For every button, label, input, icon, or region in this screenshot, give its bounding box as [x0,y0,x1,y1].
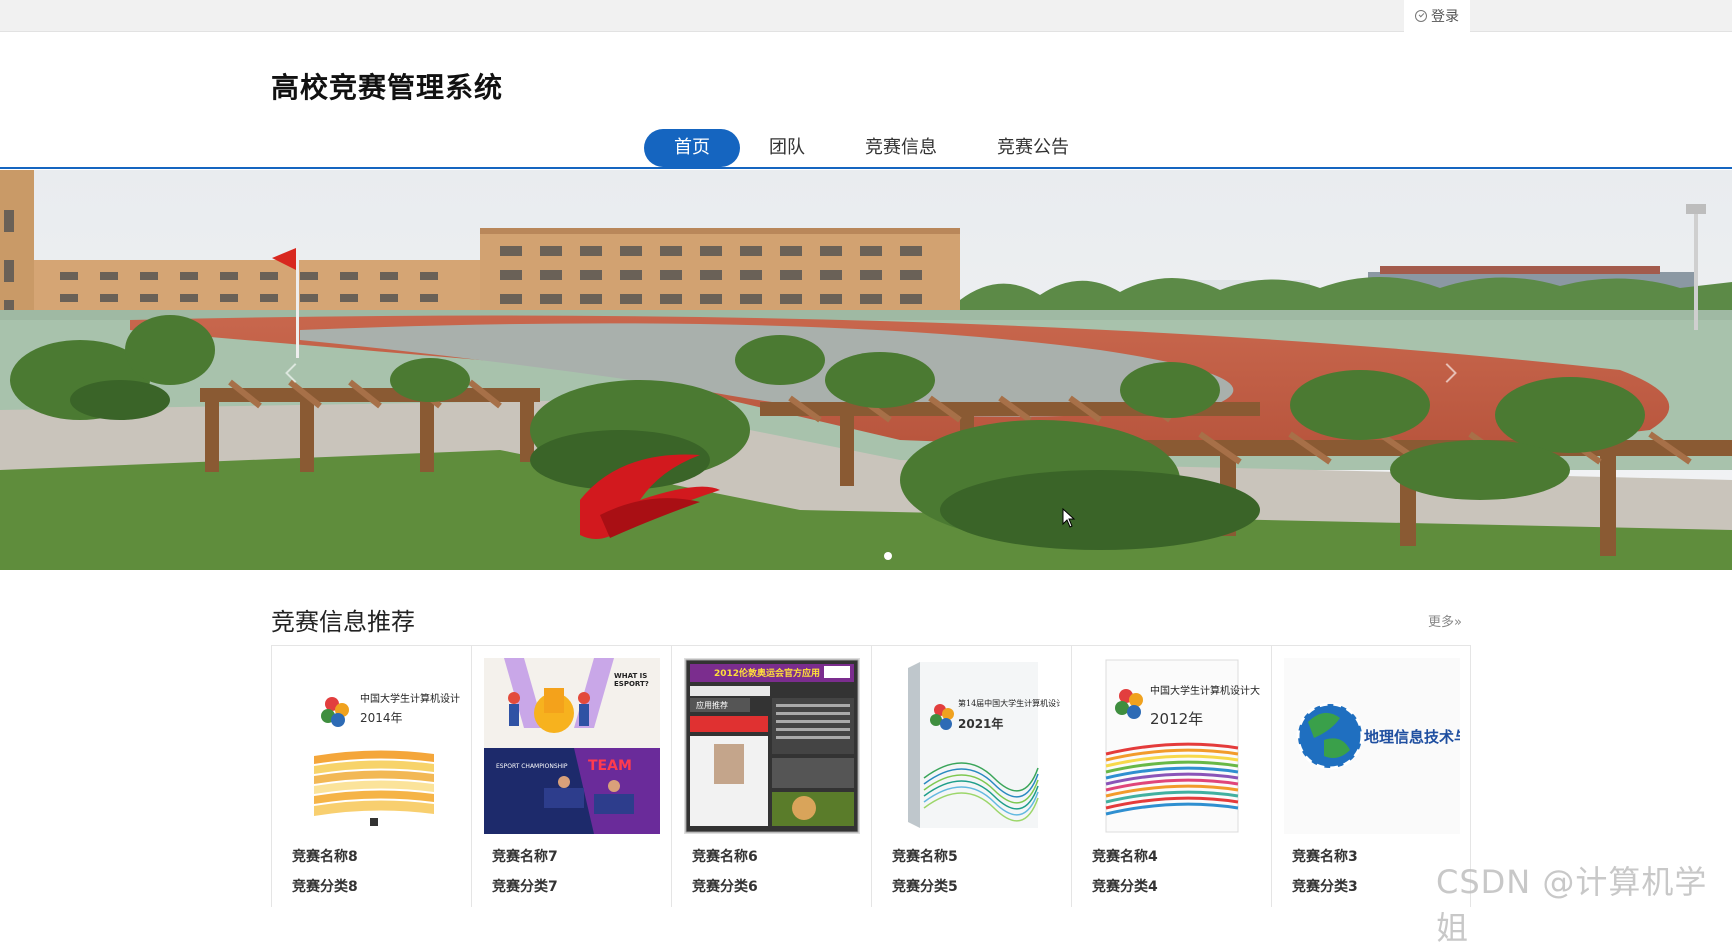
competition-card[interactable]: WHAT IS ESPORT? ESPORT CHAMPIONSHIP TEAM… [471,646,671,907]
competition-name: 竞赛名称7 [492,849,558,865]
competition-cover-image: 地理信息技术与应用技能大赛 [1284,658,1460,834]
svg-text:ESPORT?: ESPORT? [614,680,649,688]
cover-title-text: 2012伦敦奥运会官方应用 [714,667,820,679]
banner-carousel[interactable] [0,170,1732,570]
cover-year-text: TEAM [588,758,632,774]
banner-next-arrow[interactable] [1438,358,1458,388]
competition-cover-image: 中国大学生计算机设计大赛 2012年 [1084,658,1260,834]
check-circle-icon [1415,10,1427,22]
competition-card[interactable]: 中国大学生计算机设计大赛 2012年 竞赛名称4 竞赛分类4 [1071,646,1271,907]
nav-item-home[interactable]: 首页 [644,129,740,167]
main-nav: 首页 团队 竞赛信息 竞赛公告 [0,129,1732,169]
competition-cover-image: 中国大学生计算机设计大赛 2014年 [284,658,460,834]
cover-year-text: 2021年 [958,716,1003,731]
competition-cover-image: 2012伦敦奥运会官方应用 应用推荐 [684,658,860,834]
competition-name: 竞赛名称4 [1092,849,1158,865]
nav-item-competition-notice[interactable]: 竞赛公告 [990,129,1076,167]
site-title: 高校竞赛管理系统 [271,71,504,104]
competition-card-list: 中国大学生计算机设计大赛 2014年 竞赛名称8 竞赛分类8 [271,645,1471,907]
banner-prev-arrow[interactable] [282,358,302,388]
cover-title-text: ESPORT CHAMPIONSHIP [496,763,568,770]
competition-name: 竞赛名称3 [1292,849,1358,865]
more-link[interactable]: 更多» [1428,611,1462,630]
campus-banner-image [0,170,1732,570]
cover-title-text: 中国大学生计算机设计大赛 [1150,684,1260,697]
nav-item-team[interactable]: 团队 [760,129,814,167]
competition-category: 竞赛分类8 [292,879,358,895]
competition-cover-image: WHAT IS ESPORT? ESPORT CHAMPIONSHIP TEAM [484,658,660,834]
cover-year-text: 2012年 [1150,710,1203,728]
competition-card[interactable]: 第14届中国大学生计算机设计大赛 2021年 竞赛名称5 竞赛分类5 [871,646,1071,907]
competition-name: 竞赛名称5 [892,849,958,865]
banner-dot-indicator[interactable] [884,552,892,560]
cover-year-text: 2014年 [360,711,403,725]
competition-name: 竞赛名称6 [692,849,758,865]
watermark: CSDN @计算机学姐 [1436,863,1708,947]
competition-card[interactable]: 中国大学生计算机设计大赛 2014年 竞赛名称8 竞赛分类8 [271,646,471,907]
competition-category: 竞赛分类6 [692,879,758,895]
login-label: 登录 [1431,9,1459,25]
cover-title-text: 第14届中国大学生计算机设计大赛 [958,698,1060,708]
cover-title-text: 地理信息技术与应用技能大赛 [1364,728,1460,746]
competition-card[interactable]: 2012伦敦奥运会官方应用 应用推荐 竞赛名称6 竞赛分类6 [671,646,871,907]
competition-category: 竞赛分类7 [492,879,558,895]
competition-category: 竞赛分类4 [1092,879,1158,895]
login-button[interactable]: 登录 [1404,0,1470,32]
section-title: 竞赛信息推荐 [271,608,415,636]
top-bar [0,0,1732,32]
svg-text:WHAT IS: WHAT IS [614,672,647,680]
cover-title-text: 中国大学生计算机设计大赛 [360,692,460,705]
cover-year-text: 应用推荐 [696,700,728,710]
competition-cover-image: 第14届中国大学生计算机设计大赛 2021年 [884,658,1060,834]
mouse-cursor-icon [1062,508,1076,528]
competition-category: 竞赛分类5 [892,879,958,895]
competition-name: 竞赛名称8 [292,849,358,865]
competition-category: 竞赛分类3 [1292,879,1358,895]
nav-item-competition-info[interactable]: 竞赛信息 [858,129,944,167]
